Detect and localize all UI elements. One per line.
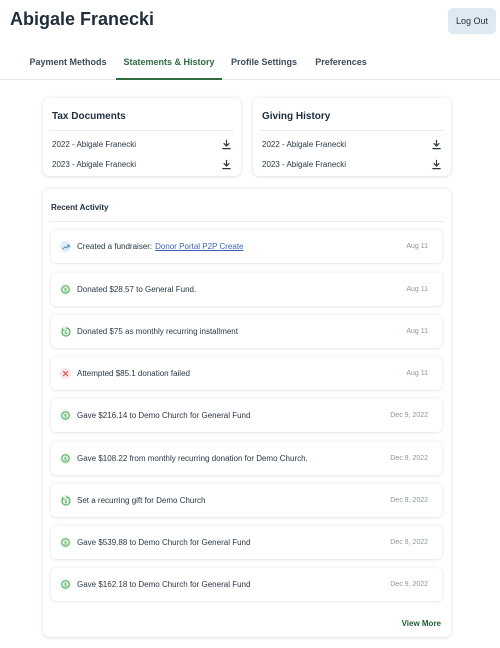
logout-button[interactable]: Log Out xyxy=(448,8,496,34)
recent-activity-title: Recent Activity xyxy=(51,203,109,212)
activity-item: Created a fundraiser: Donor Portal P2P C… xyxy=(51,230,442,263)
activity-item: Attempted $85.1 donation failed Aug 11 xyxy=(51,357,442,390)
svg-text:$: $ xyxy=(64,330,67,336)
download-icon[interactable] xyxy=(221,139,232,150)
activity-date: Aug 11 xyxy=(406,243,428,250)
activity-item: $ Gave $108.22 from monthly recurring do… xyxy=(51,442,442,475)
activity-date: Dec 9, 2022 xyxy=(390,539,428,546)
giving-history-card: Giving History 2022 - Abigale Franecki 2… xyxy=(253,98,451,176)
tab-payment-methods[interactable]: Payment Methods xyxy=(22,50,114,80)
download-icon[interactable] xyxy=(431,139,442,150)
tax-document-row[interactable]: 2022 - Abigale Franecki xyxy=(52,136,232,152)
dollar-icon: $ xyxy=(60,537,71,548)
page-header: Abigale Franecki Log Out Payment Methods… xyxy=(0,0,500,80)
svg-text:$: $ xyxy=(64,456,67,462)
tax-document-label: 2023 - Abigale Franecki xyxy=(52,159,137,169)
divider xyxy=(260,130,444,131)
activity-text: Donated $28.57 to General Fund. xyxy=(77,285,197,294)
tax-document-row[interactable]: 2023 - Abigale Franecki xyxy=(52,156,232,172)
recurring-dollar-icon: $ xyxy=(60,495,71,506)
activity-text: Gave $162.18 to Demo Church for General … xyxy=(77,580,251,589)
x-icon xyxy=(60,368,71,379)
view-more-link[interactable]: View More xyxy=(402,619,441,628)
activity-date: Dec 9, 2022 xyxy=(390,455,428,462)
activity-text: Attempted $85.1 donation failed xyxy=(77,369,190,378)
tab-profile-settings[interactable]: Profile Settings xyxy=(226,50,302,80)
dollar-icon: $ xyxy=(60,284,71,295)
tab-preferences[interactable]: Preferences xyxy=(310,50,372,80)
activity-text: Set a recurring gift for Demo Church xyxy=(77,496,206,505)
activity-item: $ Donated $28.57 to General Fund. Aug 11 xyxy=(51,273,442,306)
fundraiser-link[interactable]: Donor Portal P2P Create xyxy=(155,242,243,251)
activity-text: Gave $539.88 to Demo Church for General … xyxy=(77,538,251,547)
dollar-icon: $ xyxy=(60,410,71,421)
svg-text:$: $ xyxy=(64,540,67,546)
activity-text: Gave $108.22 from monthly recurring dona… xyxy=(77,454,308,463)
tab-statements-history[interactable]: Statements & History xyxy=(116,50,222,80)
activity-text: Donated $75 as monthly recurring install… xyxy=(77,327,238,336)
activity-item: $ Donated $75 as monthly recurring insta… xyxy=(51,315,442,348)
activity-text: Created a fundraiser: Donor Portal P2P C… xyxy=(77,230,244,263)
giving-history-title: Giving History xyxy=(262,111,331,122)
svg-text:$: $ xyxy=(64,413,67,419)
tax-documents-card: Tax Documents 2022 - Abigale Franecki 20… xyxy=(43,98,241,176)
divider xyxy=(50,130,234,131)
activity-text: Gave $216.14 to Demo Church for General … xyxy=(77,411,251,420)
giving-history-row[interactable]: 2023 - Abigale Franecki xyxy=(262,156,442,172)
activity-date: Aug 11 xyxy=(406,370,428,377)
svg-text:$: $ xyxy=(64,499,67,505)
activity-item: $ Set a recurring gift for Demo Church D… xyxy=(51,484,442,517)
recent-activity-card: Recent Activity Created a fundraiser: Do… xyxy=(43,189,451,637)
giving-history-row[interactable]: 2022 - Abigale Franecki xyxy=(262,136,442,152)
activity-item: $ Gave $539.88 to Demo Church for Genera… xyxy=(51,526,442,559)
dollar-icon: $ xyxy=(60,453,71,464)
activity-date: Dec 9, 2022 xyxy=(390,412,428,419)
activity-text-label: Created a fundraiser: xyxy=(77,242,153,251)
svg-text:$: $ xyxy=(64,582,67,588)
dollar-icon: $ xyxy=(60,579,71,590)
trend-up-icon xyxy=(60,241,71,252)
activity-item: $ Gave $216.14 to Demo Church for Genera… xyxy=(51,399,442,432)
tab-bar: Payment Methods Statements & History Pro… xyxy=(0,50,500,80)
activity-date: Aug 11 xyxy=(406,328,428,335)
download-icon[interactable] xyxy=(221,159,232,170)
activity-item: $ Gave $162.18 to Demo Church for Genera… xyxy=(51,568,442,601)
tax-documents-title: Tax Documents xyxy=(52,111,126,122)
tax-document-label: 2022 - Abigale Franecki xyxy=(52,139,137,149)
giving-history-label: 2022 - Abigale Franecki xyxy=(262,139,347,149)
recurring-dollar-icon: $ xyxy=(60,326,71,337)
svg-text:$: $ xyxy=(64,287,67,293)
divider xyxy=(50,221,444,222)
page-title: Abigale Franecki xyxy=(10,9,155,29)
activity-date: Aug 11 xyxy=(406,286,428,293)
giving-history-label: 2023 - Abigale Franecki xyxy=(262,159,347,169)
activity-date: Dec 9, 2022 xyxy=(390,497,428,504)
download-icon[interactable] xyxy=(431,159,442,170)
activity-date: Dec 9, 2022 xyxy=(390,581,428,588)
